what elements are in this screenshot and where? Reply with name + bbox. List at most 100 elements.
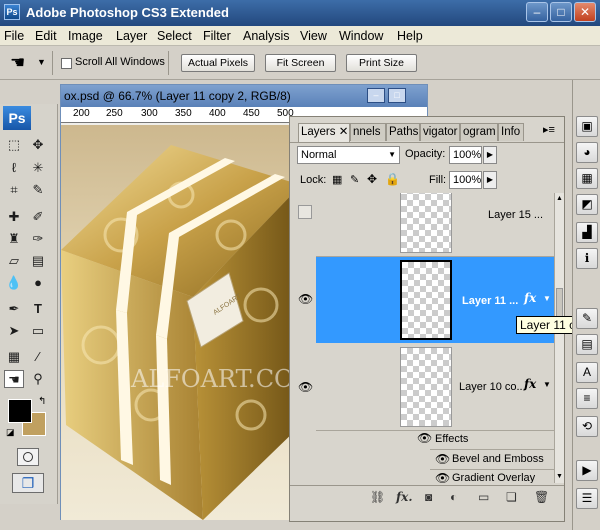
close-tab-icon[interactable]: ✕ xyxy=(339,126,349,138)
fill-input[interactable]: 100% xyxy=(449,171,482,189)
new-group-icon[interactable]: ▭ xyxy=(478,490,489,504)
color-panel-icon[interactable]: ◕ xyxy=(576,142,598,163)
expand-effects-icon[interactable]: ▼ xyxy=(543,380,551,389)
lock-position-icon[interactable]: ✥ xyxy=(367,172,377,186)
magic-wand-tool-icon[interactable]: ✳ xyxy=(28,159,48,177)
close-button[interactable]: ✕ xyxy=(574,2,596,22)
navigator-panel-icon[interactable]: ▣ xyxy=(576,116,598,137)
layer-row[interactable]: Layer 15 ... xyxy=(316,193,554,257)
eye-visibility-icon[interactable]: 👁 xyxy=(298,292,313,306)
layer-effects-icon[interactable]: fx xyxy=(524,291,536,305)
default-colors-icon[interactable]: ◪ xyxy=(6,427,15,438)
opacity-slider-arrow-icon[interactable]: ▶ xyxy=(483,146,497,164)
photoshop-logo[interactable]: Ps xyxy=(3,106,31,130)
link-layers-icon[interactable]: ⛓ xyxy=(370,490,385,504)
layer-row[interactable]: Layer 10 co... fx ▼ xyxy=(316,343,554,431)
dodge-tool-icon[interactable]: ● xyxy=(28,274,48,292)
eye-visibility-icon[interactable]: 👁 xyxy=(435,471,450,483)
lock-image-pixels-icon[interactable]: ✎ xyxy=(350,173,359,186)
menu-edit[interactable]: Edit xyxy=(35,29,57,43)
scroll-up-icon[interactable]: ▲ xyxy=(556,195,563,202)
foreground-color-swatch[interactable] xyxy=(8,399,32,423)
healing-brush-tool-icon[interactable]: ✚ xyxy=(4,208,24,226)
paragraph-panel-icon[interactable]: ≡ xyxy=(576,388,598,409)
effect-item[interactable]: Bevel and Emboss xyxy=(452,453,544,465)
gradient-tool-icon[interactable]: ▤ xyxy=(28,252,48,270)
layer-list-scrollbar[interactable]: ▲ ▼ xyxy=(554,193,564,483)
character-panel-icon[interactable]: A xyxy=(576,362,598,383)
panel-menu-icon[interactable]: ▸≡ xyxy=(543,123,555,136)
crop-tool-icon[interactable]: ⌗ xyxy=(4,181,24,199)
brush-tool-icon[interactable]: ✐ xyxy=(28,208,48,226)
maximize-button[interactable]: □ xyxy=(550,2,572,22)
hand-tool-icon[interactable]: ☚ xyxy=(4,370,24,388)
tab-info[interactable]: Info xyxy=(498,123,524,141)
swap-colors-icon[interactable]: ↰ xyxy=(38,396,46,407)
menu-select[interactable]: Select xyxy=(157,29,192,43)
quick-mask-mode-icon[interactable] xyxy=(17,448,39,466)
visibility-toggle-empty[interactable] xyxy=(298,205,312,219)
tab-channels[interactable]: nnels xyxy=(350,123,386,141)
clone-stamp-tool-icon[interactable]: ♜ xyxy=(4,230,24,248)
minimize-button[interactable]: – xyxy=(526,2,548,22)
actual-pixels-button[interactable]: Actual Pixels xyxy=(181,54,255,72)
add-layer-style-button[interactable]: fx. xyxy=(396,490,413,504)
menu-file[interactable]: File xyxy=(4,29,24,43)
scroll-all-windows-checkbox[interactable] xyxy=(61,58,72,69)
path-selection-tool-icon[interactable]: ➤ xyxy=(4,322,24,340)
hand-tool-icon[interactable]: ☚ xyxy=(10,53,25,73)
new-layer-icon[interactable]: ❏ xyxy=(506,490,517,504)
eye-visibility-icon[interactable]: 👁 xyxy=(417,431,432,445)
move-tool-icon[interactable]: ✥ xyxy=(28,136,48,154)
tool-presets-panel-icon[interactable]: ☰ xyxy=(576,488,598,509)
delete-layer-icon[interactable]: 🗑 xyxy=(534,490,549,504)
fill-slider-arrow-icon[interactable]: ▶ xyxy=(483,171,497,189)
eyedropper-tool-icon[interactable]: ⁄ xyxy=(28,348,48,366)
menu-view[interactable]: View xyxy=(300,29,327,43)
history-panel-icon[interactable]: ⟲ xyxy=(576,416,598,437)
new-adjustment-layer-icon[interactable]: ◐ xyxy=(450,490,457,504)
blend-mode-select[interactable]: Normal ▼ xyxy=(297,146,400,164)
fit-screen-button[interactable]: Fit Screen xyxy=(265,54,336,72)
marquee-tool-icon[interactable]: ⬚ xyxy=(4,136,24,154)
menu-layer[interactable]: Layer xyxy=(116,29,147,43)
opacity-input[interactable]: 100% xyxy=(449,146,482,164)
expand-effects-icon[interactable]: ▼ xyxy=(543,294,551,303)
tab-layers[interactable]: Layers ✕ xyxy=(298,123,350,142)
zoom-tool-icon[interactable]: ⚲ xyxy=(28,370,48,388)
add-mask-icon[interactable]: ◙ xyxy=(425,490,432,504)
lock-transparent-pixels-icon[interactable]: ▦ xyxy=(332,173,342,186)
swatches-panel-icon[interactable]: ▦ xyxy=(576,168,598,189)
histogram-panel-icon[interactable]: ▟ xyxy=(576,222,598,243)
scroll-down-icon[interactable]: ▼ xyxy=(556,473,563,480)
notes-tool-icon[interactable]: ▦ xyxy=(4,348,24,366)
brushes-panel-icon[interactable]: ✎ xyxy=(576,308,598,329)
shape-tool-icon[interactable]: ▭ xyxy=(28,322,48,340)
print-size-button[interactable]: Print Size xyxy=(346,54,417,72)
tool-preset-dropdown-icon[interactable]: ▼ xyxy=(37,57,46,67)
actions-panel-icon[interactable]: ▶ xyxy=(576,460,598,481)
lock-all-icon[interactable]: 🔒 xyxy=(385,172,400,186)
tab-navigator[interactable]: vigator xyxy=(420,123,460,141)
tab-histogram[interactable]: ogram xyxy=(460,123,498,141)
screen-mode-icon[interactable]: ❐ xyxy=(12,473,44,493)
history-brush-tool-icon[interactable]: ✑ xyxy=(28,230,48,248)
info-panel-icon[interactable]: ℹ xyxy=(576,248,598,269)
lasso-tool-icon[interactable]: ℓ xyxy=(4,159,24,177)
eraser-tool-icon[interactable]: ▱ xyxy=(4,252,24,270)
clone-source-panel-icon[interactable]: ▤ xyxy=(576,334,598,355)
eye-visibility-icon[interactable]: 👁 xyxy=(435,452,450,466)
type-tool-icon[interactable]: T xyxy=(28,300,48,318)
menu-filter[interactable]: Filter xyxy=(203,29,231,43)
slice-tool-icon[interactable]: ✎ xyxy=(28,181,48,199)
layer-effects-icon[interactable]: fx xyxy=(524,377,536,391)
menu-window[interactable]: Window xyxy=(339,29,383,43)
menu-image[interactable]: Image xyxy=(68,29,103,43)
blur-tool-icon[interactable]: 💧 xyxy=(4,274,24,292)
doc-maximize-button[interactable]: □ xyxy=(388,88,406,103)
effect-item[interactable]: Gradient Overlay xyxy=(452,472,535,483)
menu-help[interactable]: Help xyxy=(397,29,423,43)
eye-visibility-icon[interactable]: 👁 xyxy=(298,380,313,394)
pen-tool-icon[interactable]: ✒ xyxy=(4,300,24,318)
tab-paths[interactable]: Paths xyxy=(386,123,420,141)
